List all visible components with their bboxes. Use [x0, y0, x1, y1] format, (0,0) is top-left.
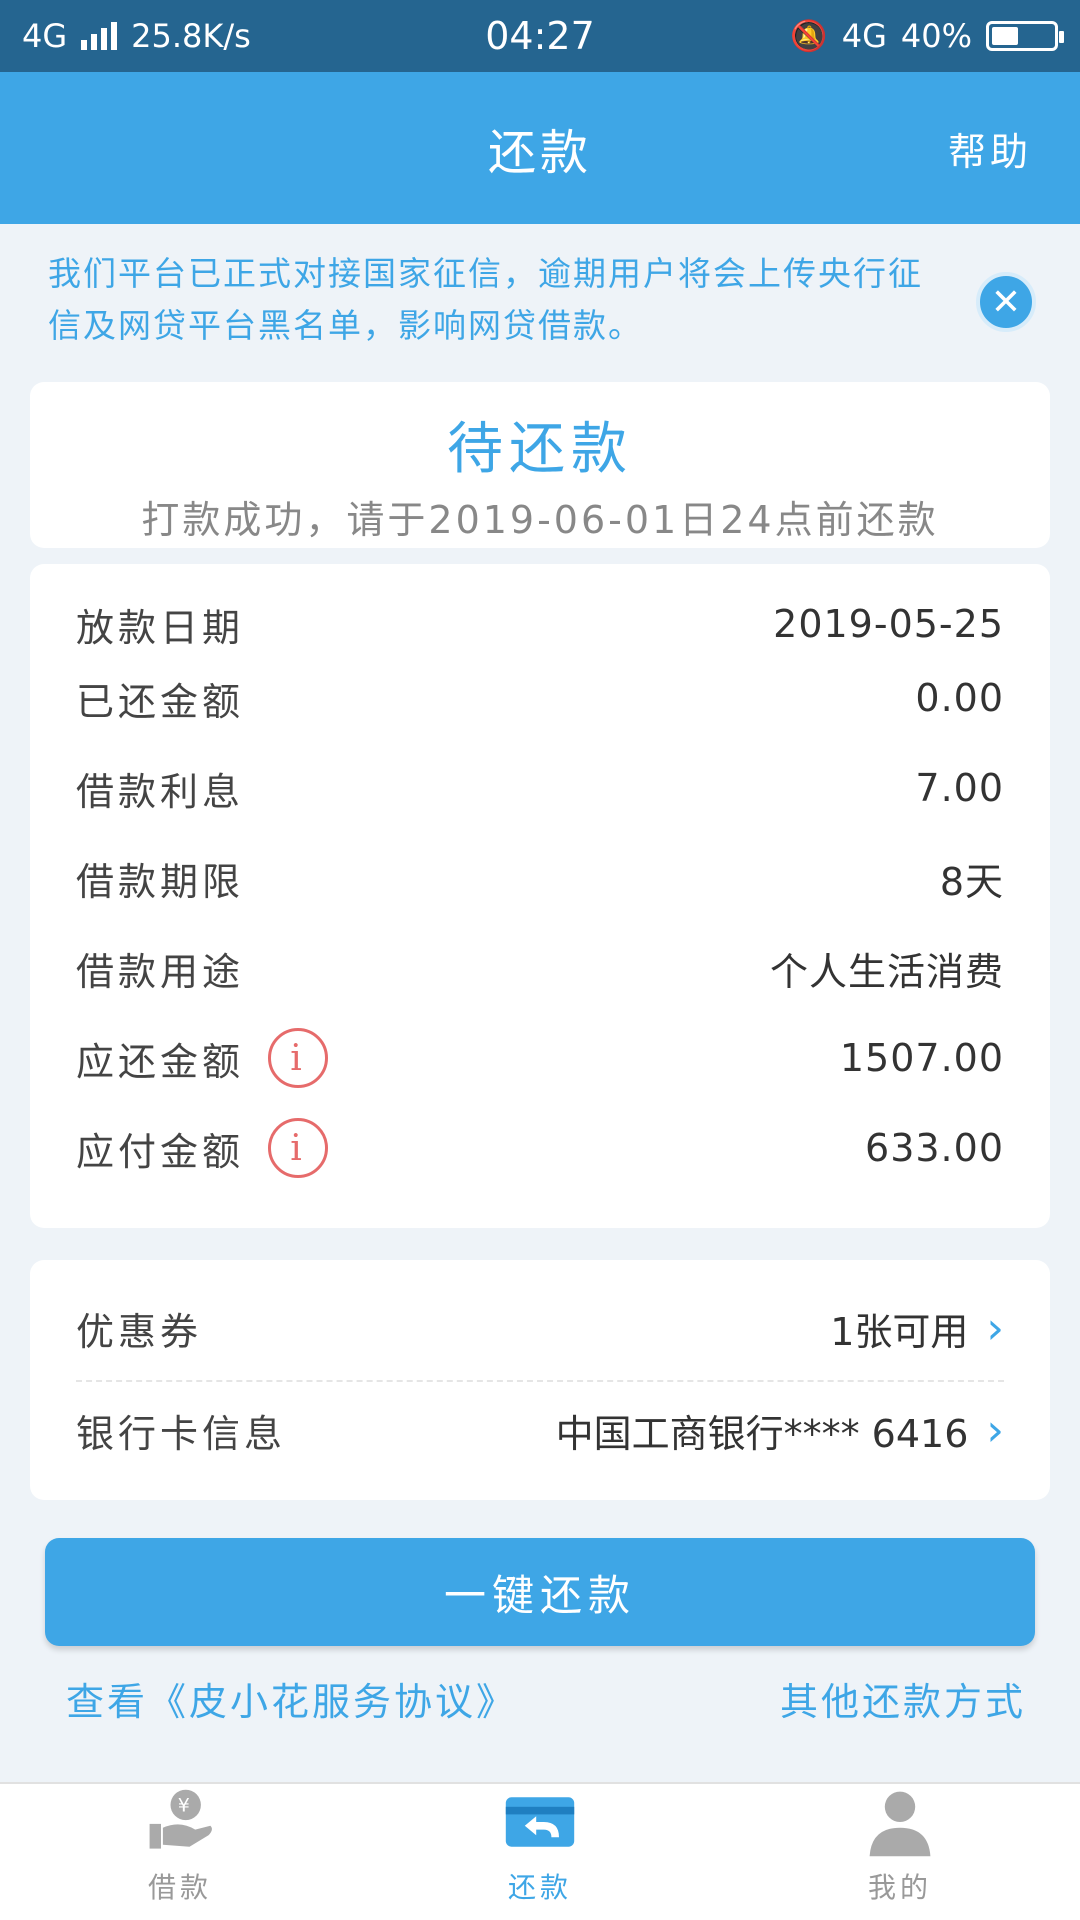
signal-icon	[81, 22, 118, 50]
tab-mine[interactable]: 我的	[720, 1784, 1080, 1920]
detail-value: 2019-05-25	[773, 602, 1004, 646]
tab-label: 还款	[507, 1871, 572, 1904]
repayment-status-card: 待还款 打款成功，请于2019-06-01日24点前还款	[30, 382, 1050, 548]
status-left: 4G 25.8K/s	[22, 17, 251, 55]
tab-label: 借款	[147, 1871, 212, 1904]
detail-value: 8天	[939, 859, 1004, 904]
detail-label: 放款日期	[76, 605, 245, 650]
detail-value: 7.00	[915, 766, 1004, 810]
detail-row-repaid: 已还金额 0.00	[76, 668, 1004, 728]
battery-percent: 40%	[900, 17, 972, 55]
detail-value: 个人生活消费	[769, 949, 1004, 994]
status-subtitle: 打款成功，请于2019-06-01日24点前还款	[141, 498, 939, 542]
status-bar: 4G 25.8K/s 04:27 🔕 4G 40%	[0, 0, 1080, 72]
chevron-right-icon: ›	[986, 1302, 1004, 1354]
detail-value: 0.00	[915, 676, 1004, 720]
alarm-off-icon: 🔕	[790, 18, 828, 54]
coupon-value: 1张可用	[830, 1309, 969, 1354]
coupon-label: 优惠券	[76, 1309, 203, 1354]
battery-icon	[986, 21, 1064, 51]
coupon-row[interactable]: 优惠券 1张可用 ›	[76, 1278, 1004, 1378]
bank-card-value: 中国工商银行**** 6416	[555, 1411, 969, 1456]
info-icon[interactable]: i	[268, 1028, 329, 1088]
payment-options-card: 优惠券 1张可用 › 银行卡信息 中国工商银行**** 6416 ›	[30, 1260, 1050, 1500]
detail-row-amount-due: 应还金额 i 1507.00	[76, 1028, 1004, 1088]
card-return-icon	[505, 1797, 575, 1847]
bank-card-row[interactable]: 银行卡信息 中国工商银行**** 6416 ›	[76, 1380, 1004, 1480]
status-title: 待还款	[447, 417, 633, 482]
tab-label: 我的	[867, 1871, 932, 1904]
detail-label: 应付金额	[76, 1129, 245, 1174]
loan-details-card: 放款日期 2019-05-25 已还金额 0.00 借款利息 7.00 借款期限…	[30, 564, 1050, 1228]
tab-repay[interactable]: 还款	[360, 1784, 720, 1920]
tab-borrow[interactable]: ¥ 借款	[0, 1784, 360, 1920]
detail-row-term: 借款期限 8天	[76, 848, 1004, 908]
other-repay-methods-link[interactable]: 其他还款方式	[780, 1671, 1026, 1726]
coupon-value-wrap: 1张可用 ›	[830, 1301, 1004, 1356]
detail-row-amount-payable: 应付金额 i 633.00	[76, 1118, 1004, 1178]
detail-label: 借款用途	[76, 949, 245, 994]
bank-card-label: 银行卡信息	[76, 1411, 287, 1456]
header: 还款 帮助	[0, 72, 1080, 224]
detail-value: 1507.00	[839, 1036, 1004, 1080]
bank-card-value-wrap: 中国工商银行**** 6416 ›	[556, 1403, 1004, 1458]
detail-label: 借款期限	[76, 859, 245, 904]
close-icon: ✕	[990, 281, 1022, 323]
close-notice-button[interactable]: ✕	[976, 272, 1036, 332]
svg-text:¥: ¥	[178, 1795, 194, 1817]
footer-links: 查看《皮小花服务协议》 其他还款方式	[66, 1668, 1026, 1728]
user-icon	[869, 1791, 931, 1857]
bottom-tab-bar: ¥ 借款 还款 我的	[0, 1782, 1080, 1920]
notice-banner: 我们平台已正式对接国家征信，逾期用户将会上传央行征信及网贷平台黑名单，影响网贷借…	[48, 254, 923, 345]
page-title: 还款	[487, 125, 592, 181]
one-click-repay-button[interactable]: 一键还款	[45, 1538, 1035, 1646]
network-speed: 25.8K/s	[131, 17, 251, 55]
detail-label: 已还金额	[76, 679, 245, 724]
detail-label: 应还金额	[76, 1039, 245, 1084]
hand-yen-icon: ¥	[149, 1789, 212, 1849]
detail-value: 633.00	[865, 1126, 1004, 1170]
detail-label: 借款利息	[76, 769, 245, 814]
network-label-right: 4G	[841, 17, 887, 55]
detail-row-purpose: 借款用途 个人生活消费	[76, 938, 1004, 998]
service-agreement-link[interactable]: 查看《皮小花服务协议》	[66, 1671, 517, 1726]
info-icon[interactable]: i	[268, 1118, 329, 1178]
detail-label-wrap: 应还金额 i	[76, 1028, 329, 1088]
status-right: 🔕 4G 40%	[790, 17, 1064, 55]
detail-row-interest: 借款利息 7.00	[76, 758, 1004, 818]
help-button[interactable]: 帮助	[948, 72, 1032, 224]
chevron-right-icon: ›	[986, 1404, 1004, 1456]
detail-label-wrap: 应付金额 i	[76, 1118, 329, 1178]
detail-row-loan-date: 放款日期 2019-05-25	[76, 594, 1004, 654]
network-label: 4G	[22, 17, 68, 55]
